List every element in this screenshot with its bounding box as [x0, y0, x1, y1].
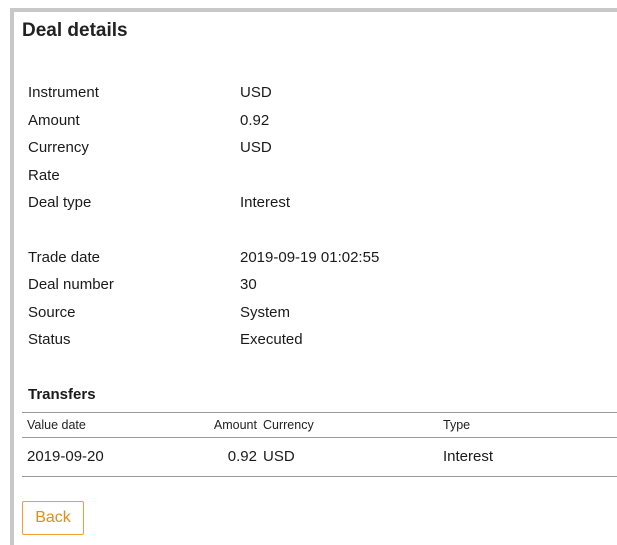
detail-row-rate: Rate — [28, 162, 588, 190]
transfers-heading: Transfers — [28, 386, 96, 403]
page-title: Deal details — [22, 20, 128, 41]
deal-details-panel: Deal details Instrument USD Amount 0.92 … — [10, 8, 617, 545]
column-header-amount: Amount — [213, 418, 257, 432]
table-header: Value date Amount Currency Type — [22, 412, 617, 438]
column-header-value-date: Value date — [27, 418, 86, 432]
deal-details-list: Instrument USD Amount 0.92 Currency USD … — [28, 79, 588, 354]
detail-label: Instrument — [28, 84, 99, 101]
detail-row-status: Status Executed — [28, 326, 588, 354]
cell-type: Interest — [443, 448, 494, 465]
detail-row-currency: Currency USD — [28, 134, 588, 162]
detail-row-source: Source System — [28, 299, 588, 327]
detail-label: Source — [28, 303, 76, 321]
detail-row-instrument: Instrument USD — [28, 79, 588, 107]
detail-value — [240, 162, 588, 190]
detail-value: Executed — [240, 331, 303, 348]
detail-value: Interest — [240, 194, 291, 211]
detail-label: Currency — [28, 139, 89, 156]
detail-value: System — [240, 303, 291, 321]
detail-value: 2019-09-19 01:02:55 — [240, 248, 380, 266]
detail-row-deal-type: Deal type Interest — [28, 189, 588, 217]
detail-row-amount: Amount 0.92 — [28, 107, 588, 135]
detail-label: Trade date — [28, 248, 100, 266]
detail-label: Deal number — [28, 276, 114, 293]
detail-value: USD — [240, 84, 272, 101]
detail-label: Amount — [28, 111, 80, 129]
detail-row-trade-date: Trade date 2019-09-19 01:02:55 — [28, 244, 588, 272]
column-header-type: Type — [443, 418, 471, 432]
cell-value-date: 2019-09-20 — [27, 448, 104, 465]
detail-value: 0.92 — [240, 111, 270, 129]
column-header-currency: Currency — [263, 418, 314, 432]
transfers-table: Value date Amount Currency Type 2019-09-… — [22, 412, 617, 477]
detail-value: 30 — [240, 276, 257, 293]
detail-value: USD — [240, 139, 272, 156]
detail-label: Deal type — [28, 194, 92, 211]
cell-amount: 0.92 — [227, 448, 257, 465]
detail-label: Rate — [28, 166, 60, 184]
detail-label: Status — [28, 331, 71, 348]
table-row: 2019-09-20 0.92 USD Interest — [22, 438, 617, 477]
detail-row-deal-number: Deal number 30 — [28, 271, 588, 299]
back-button[interactable]: Back — [22, 501, 84, 535]
cell-currency: USD — [263, 448, 295, 465]
